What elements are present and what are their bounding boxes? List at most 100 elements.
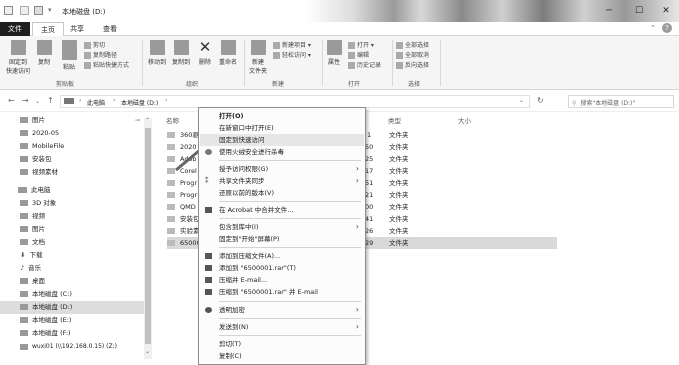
tab-home[interactable]: 主页 (32, 22, 64, 36)
nav-item-pictures[interactable]: 图片 (0, 223, 148, 236)
nav-item-drive-f[interactable]: 本地磁盘 (F:) (0, 327, 148, 340)
search-icon: ⚲ (572, 100, 577, 107)
menu-item-restore-previous[interactable]: 还原以前的版本(V) (200, 187, 364, 199)
pin-icon[interactable]: ⊸ (135, 114, 140, 127)
menu-item-send-to[interactable]: 发送到(N) › (200, 321, 364, 333)
invert-selection-button[interactable]: 反向选择 (396, 60, 429, 69)
nav-item-videos[interactable]: 视频 (0, 210, 148, 223)
search-input[interactable]: ⚲ 搜索"本地磁盘 (D:)" (568, 95, 674, 108)
nav-item-install-packages[interactable]: 安装包 (0, 153, 148, 166)
column-header-size[interactable]: 大小 (458, 115, 471, 125)
menu-item-grant-access[interactable]: 授予访问权限(G) › (200, 163, 364, 175)
group-select-label: 选择 (408, 81, 421, 88)
download-icon: ⬇ (20, 251, 26, 259)
menu-item-open-new-window[interactable]: 在新窗口中打开(E) (200, 122, 364, 134)
chevron-up-icon[interactable]: ⌃ (650, 24, 656, 32)
menu-item-pin-to-start[interactable]: 固定到"开始"屏幕(P) (200, 233, 364, 245)
folder-icon (20, 143, 28, 149)
up-arrow-icon[interactable]: ↑ (47, 96, 54, 105)
properties-button[interactable]: 属性 (324, 40, 344, 66)
new-folder-quick-icon[interactable] (34, 6, 43, 15)
open-button[interactable]: 打开 ▾ (348, 40, 374, 49)
refresh-icon[interactable]: ↻ (537, 96, 544, 105)
nav-item-drive-e[interactable]: 本地磁盘 (E:) (0, 314, 148, 327)
menu-item-include-in-library[interactable]: 包含到库中(I) › (200, 221, 364, 233)
close-button[interactable]: ✕ (651, 4, 679, 18)
address-dropdown-icon[interactable]: ⌄ (519, 97, 524, 104)
nav-item-network-drive-z[interactable]: wuxi01 (\\192.168.0.15) (Z:) (0, 340, 148, 353)
group-divider (142, 40, 143, 86)
nav-item-2020-05[interactable]: 2020-05 (0, 127, 148, 140)
paste-shortcut-button[interactable]: 粘贴快捷方式 (84, 60, 129, 69)
nav-item-drive-d[interactable]: 本地磁盘 (D:) (0, 301, 148, 314)
menu-item-antivirus-scan[interactable]: 使用火绒安全进行杀毒 (200, 146, 364, 158)
menu-item-compress-email[interactable]: 压缩并 E-mail... (200, 274, 364, 286)
invert-selection-icon (396, 62, 403, 69)
copy-path-button[interactable]: 复制路径 (84, 50, 117, 59)
copy-button[interactable]: 复制 (34, 40, 54, 66)
tab-share[interactable]: 共享 (62, 22, 92, 36)
menu-item-add-to-rar[interactable]: 添加到 "6500001.rar"(T) (200, 262, 364, 274)
menu-item-pin-quick-access[interactable]: 固定到快速访问 (200, 134, 364, 146)
nav-item-this-pc[interactable]: 此电脑 (0, 184, 148, 197)
forward-arrow-icon[interactable]: → (22, 96, 29, 105)
nav-item-mobilefile[interactable]: MobileFile (0, 140, 148, 153)
edit-button[interactable]: 编辑 (348, 50, 369, 59)
menu-item-add-to-archive[interactable]: 添加到压缩文件(A)... (200, 250, 364, 262)
scroll-up-icon[interactable]: ⌃ (145, 117, 150, 124)
column-header-type[interactable]: 类型 (388, 115, 401, 125)
group-new-label: 新建 (272, 81, 285, 88)
submenu-arrow-icon: › (355, 222, 359, 231)
nav-item-drive-c[interactable]: 本地磁盘 (C:) (0, 288, 148, 301)
delete-button[interactable]: ✕ 删除 (196, 40, 214, 67)
breadcrumb-drive-d[interactable]: 本地磁盘 (D:) (121, 98, 158, 107)
menu-item-acrobat-merge[interactable]: 在 Acrobat 中合并文件... (200, 204, 364, 216)
nav-item-documents[interactable]: 文档 (0, 236, 148, 249)
tab-file[interactable]: 文件 (0, 22, 30, 36)
paste-button[interactable]: 粘贴 (58, 40, 80, 71)
nav-item-music[interactable]: ♪ 音乐 (0, 262, 148, 275)
easy-access-button[interactable]: 轻松访问 ▾ (273, 50, 311, 59)
document-icon (20, 239, 28, 245)
context-menu: 打开(O) 在新窗口中打开(E) 固定到快速访问 使用火绒安全进行杀毒 授予访问… (198, 107, 366, 365)
nav-item-downloads[interactable]: ⬇ 下载 (0, 249, 148, 262)
nav-item-desktop[interactable]: 桌面 (0, 275, 148, 288)
tab-view[interactable]: 查看 (95, 22, 125, 36)
menu-item-copy[interactable]: 复制(C) (200, 350, 364, 362)
copy-to-button[interactable]: 复制到 (170, 40, 192, 66)
select-none-button[interactable]: 全部取消 (396, 50, 429, 59)
nav-item-3d-objects[interactable]: 3D 对象 (0, 197, 148, 210)
recent-dropdown-icon[interactable]: ⌄ (35, 98, 40, 105)
move-to-button[interactable]: 移动到 (146, 40, 168, 66)
history-button[interactable]: 历史记录 (348, 60, 381, 69)
nav-scrollbar[interactable]: ⌃ ⌄ (144, 117, 152, 359)
new-folder-button[interactable]: 新建 文件夹 (246, 40, 270, 75)
menu-item-transparent-encryption[interactable]: 透明加密 › (200, 304, 364, 316)
computer-icon (18, 187, 27, 193)
column-header-name[interactable]: 名称 (166, 115, 179, 125)
menu-item-shared-folder-sync[interactable]: ⁑ 共享文件夹同步 › (200, 175, 364, 187)
back-arrow-icon[interactable]: ← (8, 96, 15, 105)
nav-item-video-material[interactable]: 视频素材 (0, 166, 148, 179)
folder-icon (167, 192, 175, 198)
scrollbar-thumb[interactable] (145, 128, 151, 344)
rename-button[interactable]: 重命名 (216, 40, 240, 66)
new-item-button[interactable]: 新建项目 ▾ (273, 40, 311, 49)
minimize-button[interactable]: ─ (594, 4, 624, 18)
nav-item-pictures-pinned[interactable]: 图片 ⊸ (0, 114, 148, 127)
menu-item-cut[interactable]: 剪切(T) (200, 338, 364, 350)
menu-separator (219, 318, 361, 319)
menu-item-open[interactable]: 打开(O) (200, 110, 364, 122)
cut-button[interactable]: 剪切 (84, 40, 105, 49)
quick-access-dropdown-icon[interactable]: ▾ (48, 6, 52, 14)
help-button[interactable]: ? (662, 23, 672, 33)
scroll-down-icon[interactable]: ⌄ (145, 348, 150, 355)
properties-quick-icon[interactable] (20, 6, 29, 15)
menu-item-compress-rar-email[interactable]: 压缩到 "6500001.rar" 并 E-mail (200, 286, 364, 298)
pin-quick-access-button[interactable]: 固定到 快速访问 (4, 40, 32, 75)
breadcrumb-separator: › (113, 97, 116, 104)
maximize-button[interactable]: ☐ (624, 4, 654, 18)
select-all-button[interactable]: 全部选择 (396, 40, 429, 49)
folder-icon (167, 180, 175, 186)
breadcrumb-this-pc[interactable]: 此电脑 (87, 98, 105, 107)
